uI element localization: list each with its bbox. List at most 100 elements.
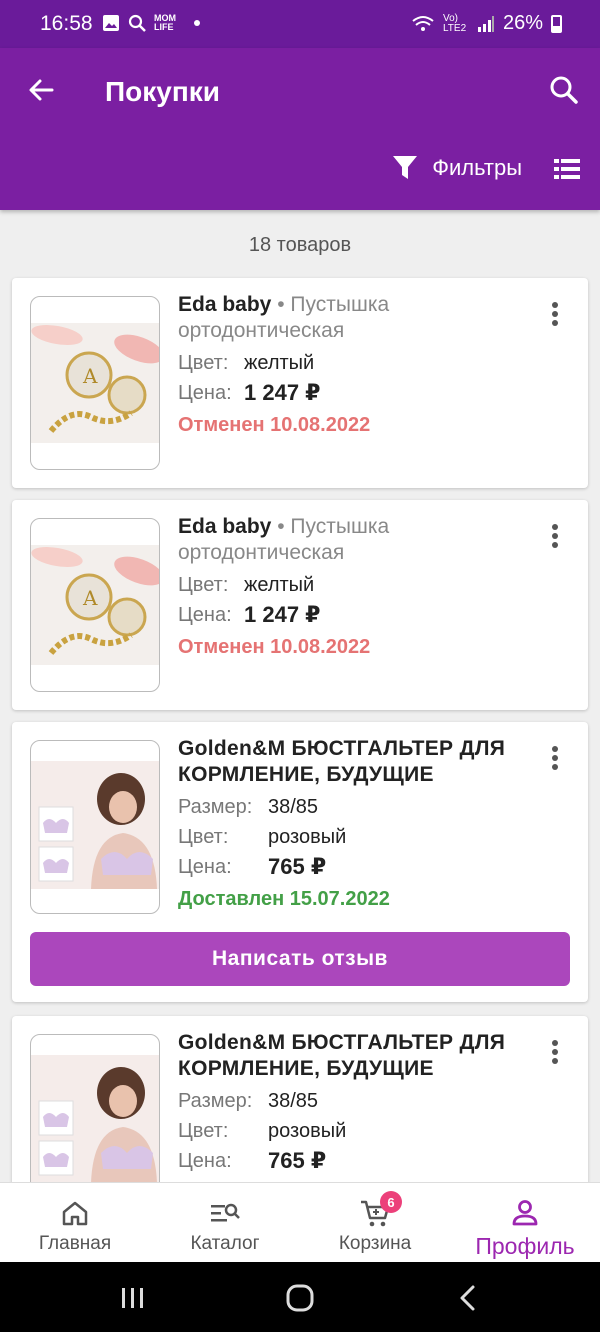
price-label: Цена:	[178, 603, 232, 626]
bottom-navigation: Главная Каталог Корзина 6 Профиль	[0, 1182, 600, 1262]
product-title: Eda baby • Пустышка ортодонтическая	[178, 292, 542, 344]
price-row: Цена: 1 247 ₽	[178, 602, 542, 628]
arrow-left-icon	[29, 79, 54, 101]
signal-icon	[477, 15, 494, 32]
more-vertical-icon	[552, 1040, 558, 1064]
home-icon	[62, 1201, 88, 1226]
price-row: Цена: 765 ₽	[178, 854, 542, 880]
price-value: 765 ₽	[268, 854, 327, 879]
back-button[interactable]	[22, 70, 62, 110]
purchase-card[interactable]: A Eda baby • Пустышка ортодонтическая Цв…	[12, 500, 588, 710]
search-button[interactable]	[544, 70, 584, 110]
more-options-button[interactable]	[540, 300, 570, 330]
color-row: Цвет: розовый	[178, 1118, 542, 1144]
size-value: 38/85	[268, 1089, 319, 1112]
svg-text:A: A	[82, 586, 98, 610]
network-label: Vo) LTE2	[442, 12, 467, 34]
order-status: Отменен 10.08.2022	[178, 414, 371, 436]
price-value: 1 247 ₽	[244, 602, 321, 627]
recent-apps-icon[interactable]	[118, 1286, 148, 1310]
product-title: Golden&M БЮСТГАЛЬТЕР ДЛЯ КОРМЛЕНИЕ, БУДУ…	[178, 1031, 506, 1080]
write-review-button[interactable]: Написать отзыв	[30, 932, 570, 986]
dot-icon	[194, 20, 200, 26]
color-value: розовый	[268, 1119, 347, 1142]
status-bar: 16:58 MOM LIFE Vo) LTE2 26%	[0, 0, 600, 48]
app-bar: Покупки Фильтры	[0, 48, 600, 210]
product-brand: Eda baby	[178, 515, 272, 538]
nav-cart-label: Корзина	[338, 1233, 412, 1254]
nav-profile[interactable]: Профиль	[450, 1183, 600, 1262]
nav-home-label: Главная	[38, 1233, 112, 1254]
battery-icon	[551, 14, 562, 33]
product-title: Golden&M БЮСТГАЛЬТЕР ДЛЯ КОРМЛЕНИЕ, БУДУ…	[178, 737, 506, 786]
more-vertical-icon	[552, 746, 558, 770]
search-icon	[550, 76, 578, 104]
title-separator: •	[271, 515, 291, 538]
nav-cart[interactable]: Корзина 6	[300, 1183, 450, 1262]
cart-badge: 6	[380, 1191, 402, 1213]
back-nav-icon[interactable]	[456, 1284, 480, 1312]
more-vertical-icon	[552, 302, 558, 326]
color-row: Цвет: розовый	[178, 824, 542, 850]
nav-profile-label: Профиль	[475, 1233, 575, 1259]
pacifier-image: A	[31, 323, 159, 443]
color-row: Цвет: желтый	[178, 350, 542, 376]
size-label: Размер:	[178, 1089, 253, 1112]
color-value: розовый	[268, 825, 347, 848]
price-value: 765 ₽	[268, 1148, 327, 1173]
order-status: Отменен 10.08.2022	[178, 636, 371, 658]
list-view-button[interactable]	[552, 154, 582, 184]
nav-catalog-label: Каталог	[190, 1233, 260, 1254]
product-image	[30, 740, 160, 914]
battery-percent: 26%	[502, 12, 543, 34]
page-title: Покупки	[105, 76, 220, 107]
profile-icon	[512, 1200, 538, 1226]
color-label: Цвет:	[178, 1119, 229, 1142]
search-icon	[128, 14, 146, 32]
product-image: A	[30, 518, 160, 692]
status-time: 16:58	[40, 12, 93, 35]
wifi-icon	[412, 15, 434, 31]
color-row: Цвет: желтый	[178, 572, 542, 598]
list-view-icon	[554, 159, 580, 179]
color-value: желтый	[244, 573, 315, 596]
purchase-card[interactable]: Golden&M БЮСТГАЛЬТЕР ДЛЯ КОРМЛЕНИЕ, БУДУ…	[12, 722, 588, 1002]
pacifier-image: A	[31, 545, 159, 665]
title-separator: •	[271, 293, 291, 316]
nav-home[interactable]: Главная	[0, 1183, 150, 1262]
price-label: Цена:	[178, 1149, 232, 1172]
size-row: Размер: 38/85	[178, 794, 542, 820]
color-label: Цвет:	[178, 825, 229, 848]
order-status: Доставлен 15.07.2022	[178, 888, 390, 910]
svg-text:A: A	[82, 364, 98, 388]
price-row: Цена: 1 247 ₽	[178, 380, 542, 406]
price-label: Цена:	[178, 381, 232, 404]
size-value: 38/85	[268, 795, 319, 818]
more-options-button[interactable]	[540, 744, 570, 774]
size-row: Размер: 38/85	[178, 1088, 542, 1114]
purchase-card[interactable]: A Eda baby • Пустышка ортодонтическая Цв…	[12, 278, 588, 488]
image-icon	[103, 15, 119, 31]
filter-icon	[393, 156, 418, 179]
more-vertical-icon	[552, 524, 558, 548]
home-button-icon[interactable]	[286, 1284, 314, 1312]
color-label: Цвет:	[178, 351, 229, 374]
nav-catalog[interactable]: Каталог	[150, 1183, 300, 1262]
color-label: Цвет:	[178, 573, 229, 596]
product-brand: Eda baby	[178, 293, 272, 316]
filters-button[interactable]: Фильтры	[392, 154, 522, 182]
price-label: Цена:	[178, 855, 232, 878]
price-row: Цена: 765 ₽	[178, 1148, 542, 1174]
items-count: 18 товаров	[248, 234, 352, 256]
system-navigation-bar	[0, 1262, 600, 1332]
nursing-bra-image	[31, 761, 159, 889]
color-value: желтый	[244, 351, 315, 374]
mom-life-icon: MOM LIFE	[154, 13, 176, 32]
more-options-button[interactable]	[540, 522, 570, 552]
price-value: 1 247 ₽	[244, 380, 321, 405]
more-options-button[interactable]	[540, 1038, 570, 1068]
product-title: Eda baby • Пустышка ортодонтическая	[178, 514, 542, 566]
filters-label: Фильтры	[432, 155, 522, 180]
catalog-search-icon	[211, 1203, 240, 1222]
size-label: Размер:	[178, 795, 253, 818]
